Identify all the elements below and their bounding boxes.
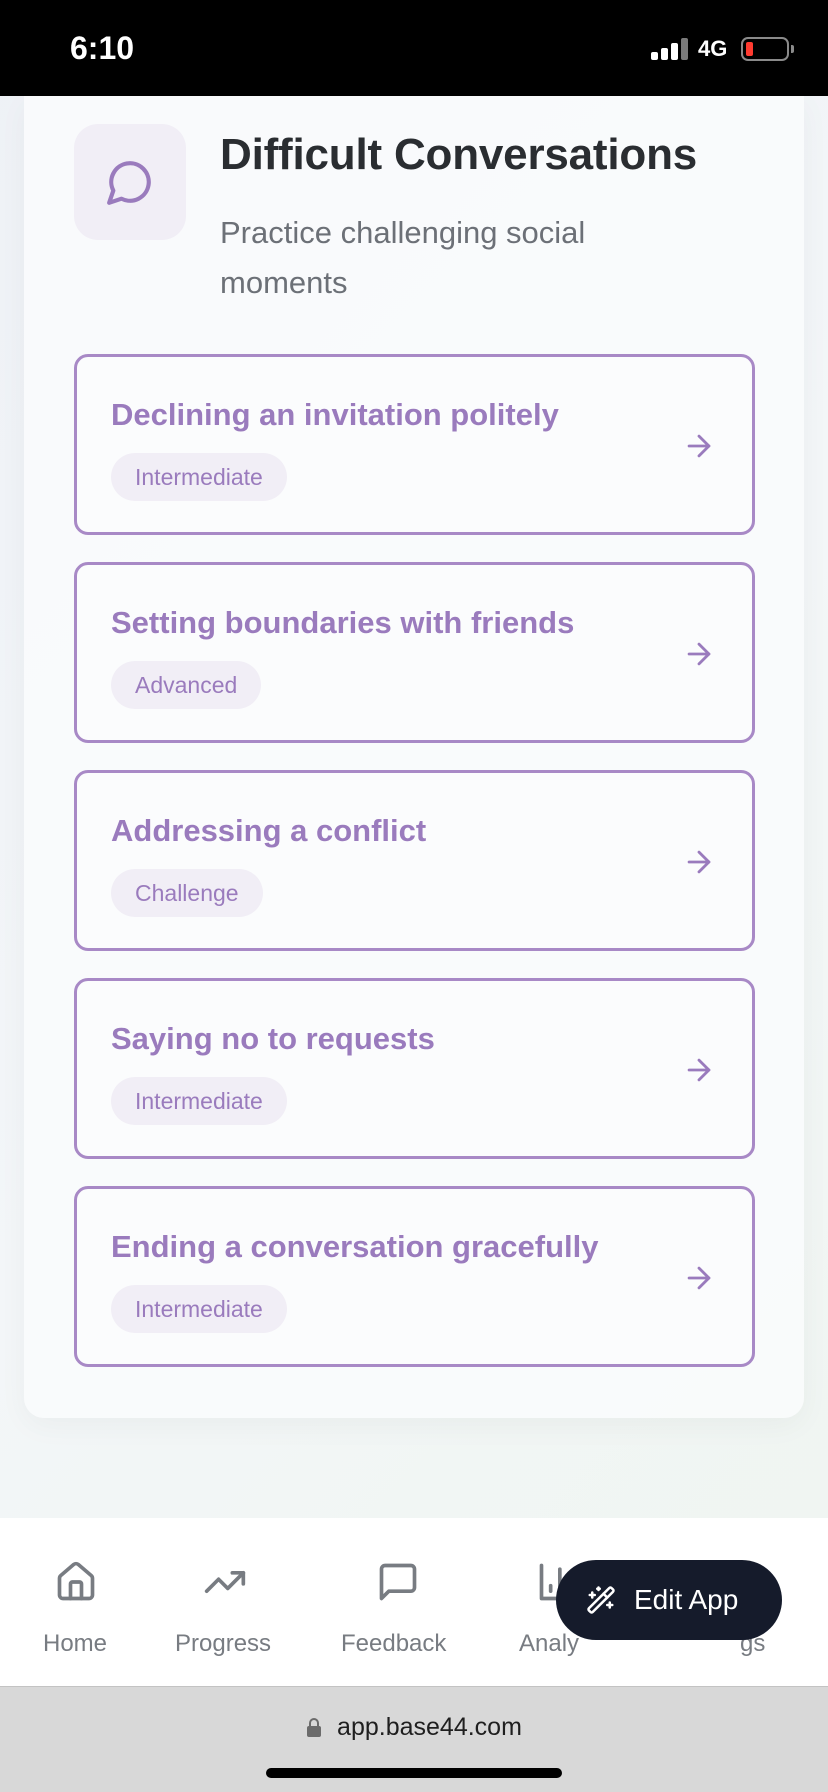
edit-app-button[interactable]: Edit App: [556, 1560, 782, 1640]
message-circle-icon: [74, 124, 186, 240]
scenario-title: Declining an invitation politely: [111, 397, 559, 432]
scenario-title: Ending a conversation gracefully: [111, 1229, 599, 1264]
home-icon: [57, 1561, 95, 1601]
arrow-right-icon: [687, 850, 711, 874]
nav-label: Analy: [519, 1630, 580, 1657]
nav-label: Feedback: [341, 1630, 447, 1657]
nav-label: Progress: [175, 1630, 272, 1657]
battery-tip: [791, 45, 794, 53]
difficulty-badge: Intermediate: [111, 1077, 287, 1125]
difficulty-badge: Intermediate: [111, 453, 287, 501]
difficulty-badge: Advanced: [111, 661, 262, 709]
nav-item-progress[interactable]: Progress: [170, 1518, 280, 1686]
scenario-title: Addressing a conflict: [111, 813, 427, 848]
nav-label: Home: [43, 1630, 108, 1657]
status-time: 6:10: [70, 30, 135, 66]
message-square-icon: [379, 1563, 417, 1601]
page-title: Difficult Conversations: [220, 130, 698, 179]
network-type: 4G: [698, 36, 728, 61]
home-indicator: [266, 1768, 562, 1778]
edit-app-label: Edit App: [634, 1584, 739, 1615]
url-text: app.base44.com: [337, 1713, 522, 1741]
difficulty-badge: Intermediate: [111, 1285, 287, 1333]
signal-icon: [651, 38, 689, 60]
lock-icon: [307, 1718, 322, 1738]
scenario-item[interactable]: Declining an invitation politely Interme…: [74, 354, 755, 535]
nav-item-home[interactable]: Home: [36, 1518, 116, 1686]
wand-sparkles-icon: [587, 1586, 615, 1614]
nav-item-feedback[interactable]: Feedback: [338, 1518, 458, 1686]
scenario-item[interactable]: Addressing a conflict Challenge: [74, 770, 755, 951]
arrow-right-icon: [687, 434, 711, 458]
difficulty-badge: Challenge: [111, 869, 263, 917]
status-bar: 6:10 4G: [0, 0, 828, 96]
scenario-item[interactable]: Ending a conversation gracefully Interme…: [74, 1186, 755, 1367]
scenario-title: Setting boundaries with friends: [111, 605, 575, 640]
arrow-right-icon: [687, 642, 711, 666]
page-subtitle: Practice challenging social moments: [220, 215, 586, 300]
battery-icon: [741, 37, 789, 61]
trending-up-icon: [204, 1571, 246, 1593]
arrow-right-icon: [687, 1058, 711, 1082]
arrow-right-icon: [687, 1266, 711, 1290]
scenario-title: Saying no to requests: [111, 1021, 435, 1056]
scenario-item[interactable]: Setting boundaries with friends Advanced: [74, 562, 755, 743]
scenario-item[interactable]: Saying no to requests Intermediate: [74, 978, 755, 1159]
